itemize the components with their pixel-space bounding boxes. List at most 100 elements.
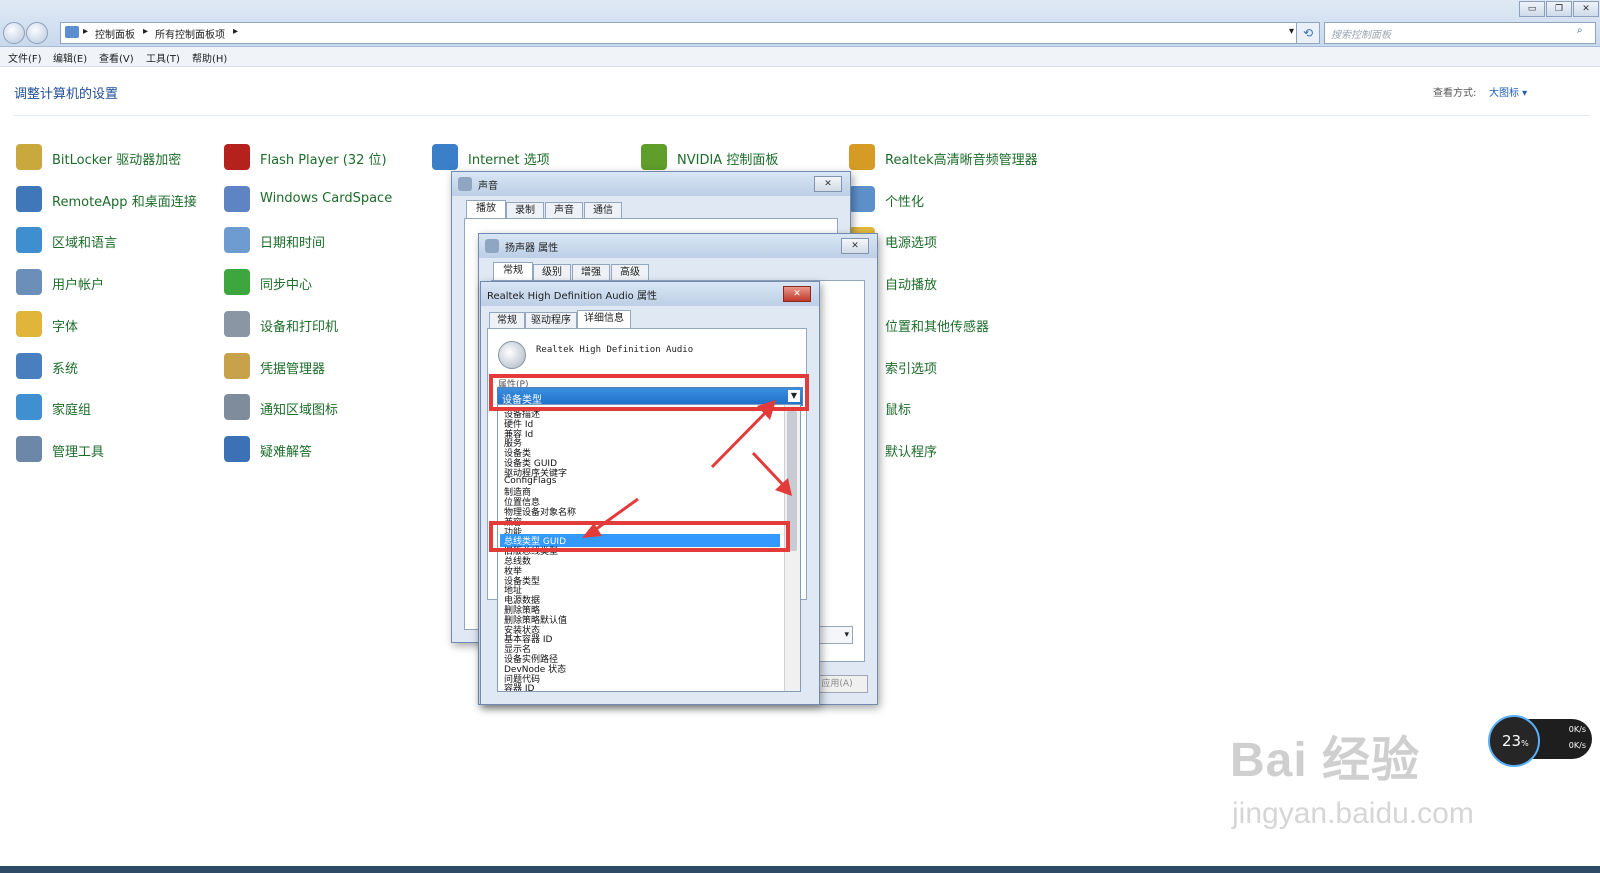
tab-details[interactable]: 详细信息 <box>577 310 631 329</box>
address-dropdown-icon[interactable]: ▾ <box>1289 26 1294 37</box>
control-item-label: 系统 <box>52 361 79 377</box>
tab-levels[interactable]: 级别 <box>533 264 571 281</box>
device-name: Realtek High Definition Audio <box>536 345 694 355</box>
control-panel-icon <box>65 26 79 38</box>
speaker-device-icon <box>498 341 526 369</box>
users-icon <box>16 269 42 296</box>
nvidia-icon <box>641 144 667 170</box>
tab-playback[interactable]: 播放 <box>466 200 506 219</box>
internet-icon <box>432 144 458 170</box>
menu-view[interactable]: 查看(V) <box>99 50 134 65</box>
close-window-button[interactable]: ✕ <box>1573 1 1599 17</box>
forward-button[interactable] <box>26 22 48 44</box>
view-by-dropdown[interactable]: 大图标 ▾ <box>1489 84 1527 99</box>
menu-tools[interactable]: 工具(T) <box>146 50 180 65</box>
control-item-label: Realtek高清晰音频管理器 <box>885 153 1038 168</box>
tab-communications[interactable]: 通信 <box>584 202 622 219</box>
tab-sounds[interactable]: 声音 <box>545 202 583 219</box>
back-button[interactable] <box>3 22 25 44</box>
control-item-label: 索引选项 <box>885 361 938 377</box>
control-item-label: 区域和语言 <box>52 236 118 252</box>
address-field[interactable]: ▸ 控制面板 ▸ 所有控制面板项 ▸ ▾ <box>60 22 1312 44</box>
search-icon[interactable]: ⌕ <box>1577 25 1583 36</box>
control-item-label: 管理工具 <box>52 444 105 460</box>
taskbar <box>0 866 1600 873</box>
breadcrumb-arrow-icon: ▸ <box>143 26 149 37</box>
menu-edit[interactable]: 编辑(E) <box>53 50 87 65</box>
close-icon[interactable]: ✕ <box>814 176 842 192</box>
control-item-label: NVIDIA 控制面板 <box>677 153 779 168</box>
tab-driver[interactable]: 驱动程序 <box>525 312 577 329</box>
network-gauge[interactable]: 23% 0K/s 0K/s <box>1488 715 1592 767</box>
realtek-dialog-titlebar: Realtek High Definition Audio 属性 ✕ <box>481 282 819 306</box>
tab-advanced[interactable]: 高级 <box>611 264 649 281</box>
control-item-label: 设备和打印机 <box>260 319 339 335</box>
restore-button[interactable]: ❐ <box>1546 1 1572 17</box>
refresh-icon[interactable]: ⟲ <box>1296 22 1320 44</box>
control-item-label: Windows CardSpace <box>260 190 393 206</box>
tray-icon <box>224 394 250 421</box>
page-title: 调整计算机的设置 <box>14 87 119 102</box>
list-item[interactable]: 容器 ID <box>504 681 534 691</box>
homegroup-icon <box>16 394 42 421</box>
search-input[interactable]: 搜索控制面板 ⌕ <box>1324 22 1596 44</box>
control-item-label: 日期和时间 <box>260 236 326 252</box>
system-icon <box>16 352 42 379</box>
control-item-label: 鼠标 <box>885 403 912 419</box>
watermark-url: jingyan.baidu.com <box>1232 797 1474 830</box>
tab-general[interactable]: 常规 <box>493 262 533 281</box>
breadcrumb-arrow-icon: ▸ <box>233 26 239 37</box>
flash-icon <box>224 144 250 170</box>
control-item-label: 个性化 <box>885 194 925 210</box>
close-icon[interactable]: ✕ <box>841 238 869 254</box>
printer-icon <box>224 310 250 337</box>
control-item-label: 疑难解答 <box>260 444 313 460</box>
control-item-label: 位置和其他传感器 <box>885 319 990 335</box>
bitlocker-icon <box>16 144 42 170</box>
view-by-label: 查看方式: <box>1433 88 1477 99</box>
control-item-label: 同步中心 <box>260 278 313 294</box>
gauge-unit: % <box>1521 739 1529 748</box>
watermark-logo: Bai 经验 <box>1230 734 1421 787</box>
realtek-icon <box>849 144 875 170</box>
realtek-properties-dialog: Realtek High Definition Audio 属性 ✕ 常规 驱动… <box>480 281 820 705</box>
gauge-value: 23 <box>1502 732 1522 750</box>
download-speed: 0K/s <box>1568 741 1586 750</box>
tab-recording[interactable]: 录制 <box>506 202 544 219</box>
menu-bar: 文件(F) 编辑(E) 查看(V) 工具(T) 帮助(H) <box>0 47 1600 67</box>
control-item-label: 电源选项 <box>885 236 938 252</box>
control-item-label: Flash Player (32 位) <box>260 153 387 168</box>
fonts-icon <box>16 310 42 337</box>
list-item[interactable]: ConfigFlags <box>504 476 556 486</box>
address-bar: ▭ ❐ ✕ ▸ 控制面板 ▸ 所有控制面板项 ▸ ▾ ⟲ 搜索控制面板 ⌕ <box>0 0 1600 47</box>
personalize-icon <box>849 185 875 212</box>
admin-tools-icon <box>16 435 42 462</box>
breadcrumb-control-panel[interactable]: 控制面板 <box>95 26 135 41</box>
control-item-label: RemoteApp 和桌面连接 <box>52 194 197 210</box>
sound-dialog-titlebar: 声音 ✕ <box>452 172 850 196</box>
tab-enhancements[interactable]: 增强 <box>572 264 610 281</box>
control-item-label: BitLocker 驱动器加密 <box>52 153 182 168</box>
close-icon[interactable]: ✕ <box>783 286 811 302</box>
region-icon <box>16 227 42 254</box>
datetime-icon <box>224 227 250 254</box>
breadcrumb-all-items[interactable]: 所有控制面板项 <box>155 26 225 41</box>
breadcrumb-arrow-icon: ▸ <box>83 26 89 37</box>
speaker-dialog-titlebar: 扬声器 属性 ✕ <box>479 234 877 258</box>
control-item-label: 自动播放 <box>885 278 938 294</box>
remoteapp-icon <box>16 185 42 212</box>
menu-file[interactable]: 文件(F) <box>8 50 42 65</box>
control-item-label: 默认程序 <box>885 444 938 460</box>
tab-general[interactable]: 常规 <box>489 312 525 329</box>
control-item-label: Internet 选项 <box>468 153 550 168</box>
minimize-button[interactable]: ▭ <box>1519 1 1545 17</box>
troubleshoot-icon <box>224 435 250 462</box>
control-item-label: 字体 <box>52 319 79 335</box>
divider <box>14 115 1590 116</box>
control-item-label: 通知区域图标 <box>260 403 339 419</box>
menu-help[interactable]: 帮助(H) <box>192 50 227 65</box>
sync-icon <box>224 269 250 296</box>
control-item-label: 用户帐户 <box>52 278 105 294</box>
cardspace-icon <box>224 185 250 212</box>
speaker-icon <box>458 177 472 191</box>
